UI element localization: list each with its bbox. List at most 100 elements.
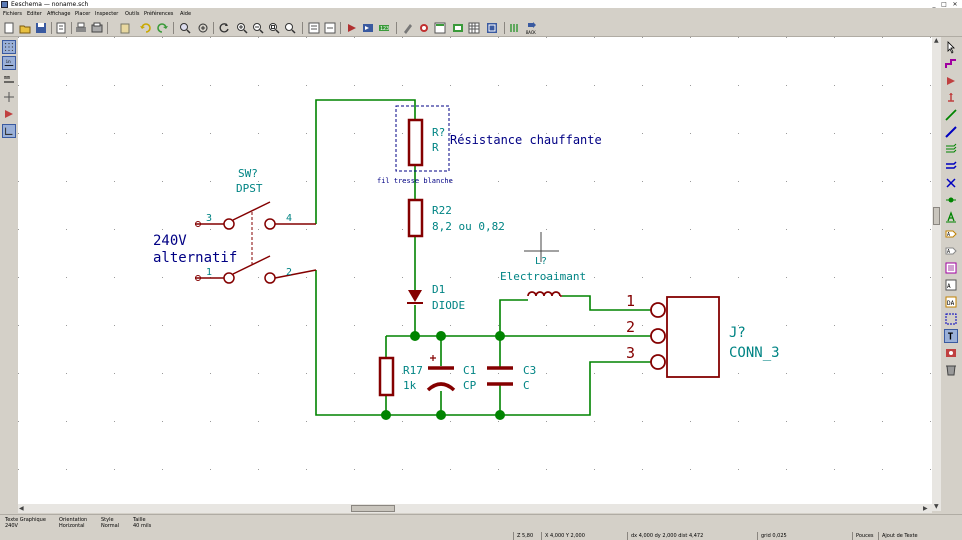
zoom-selection-icon[interactable] <box>284 22 296 34</box>
svg-text:123: 123 <box>380 26 389 32</box>
cvpcb-icon[interactable] <box>452 22 464 34</box>
import-sheet-pin-icon[interactable]: A <box>944 278 958 292</box>
back-annotate-icon[interactable]: BACK <box>525 21 539 35</box>
menu-affichage[interactable]: Affichage <box>47 11 71 17</box>
netlist-icon[interactable] <box>418 22 430 34</box>
c3-ref: C3 <box>523 364 536 377</box>
d1-value: DIODE <box>432 299 465 312</box>
scroll-right-icon[interactable]: ▶ <box>923 505 928 512</box>
find-replace-icon[interactable] <box>197 22 209 34</box>
cursor-shape-icon[interactable] <box>2 90 16 104</box>
menu-aide[interactable]: Aide <box>180 11 191 17</box>
annotate-icon[interactable]: 123 <box>378 22 390 34</box>
heater-description: Résistance chauffante <box>450 133 602 147</box>
current-action-status: Ajout de Texte <box>878 532 960 540</box>
sw-pin4: 4 <box>286 213 292 224</box>
leave-sheet-icon[interactable] <box>324 22 336 34</box>
plot-icon[interactable] <box>91 22 103 34</box>
close-button[interactable]: ✕ <box>951 1 959 8</box>
title-bar: Eeschema — noname.sch _ □ ✕ <box>0 0 962 9</box>
open-file-icon[interactable] <box>19 22 31 34</box>
refresh-icon[interactable] <box>218 22 230 34</box>
eeschema-app-icon <box>1 1 8 8</box>
wire-bus-entry-icon[interactable] <box>944 142 958 156</box>
pcbnew-icon[interactable] <box>486 22 498 34</box>
menu-editer[interactable]: Editer <box>27 11 42 17</box>
place-component-icon[interactable] <box>944 74 958 88</box>
library-browser-icon[interactable] <box>362 22 374 34</box>
scroll-up-icon[interactable]: ▲ <box>934 37 939 44</box>
schematic-drawing[interactable]: R? R Résistance chauffante fil tresse bl… <box>18 37 932 511</box>
place-power-icon[interactable] <box>944 91 958 105</box>
d1-ref: D1 <box>432 283 445 296</box>
vertical-scroll-thumb[interactable] <box>933 207 940 225</box>
r17-ref: R17 <box>403 364 423 377</box>
msg3-value: Normal <box>101 523 120 529</box>
zoom-fit-icon[interactable] <box>268 22 280 34</box>
undo-icon[interactable] <box>139 22 151 34</box>
conn-ref: J? <box>729 325 746 341</box>
menu-outils[interactable]: Outils <box>125 11 139 17</box>
supply-label-line1[interactable]: 240V <box>153 233 187 249</box>
menu-inspecter[interactable]: Inspecter <box>95 11 118 17</box>
zoom-in-icon[interactable] <box>236 22 248 34</box>
mm-units-icon[interactable]: mm <box>2 72 16 86</box>
right-toolbar: A A A DA T <box>941 37 962 514</box>
inch-units-icon[interactable]: in <box>2 56 16 70</box>
bus-bus-entry-icon[interactable] <box>944 159 958 173</box>
horizontal-scroll-thumb[interactable] <box>351 505 395 512</box>
vertical-scrollbar[interactable]: ▲ ▼ <box>932 37 941 511</box>
grid-status: grid 0,025 <box>757 532 852 540</box>
hidden-pins-icon[interactable] <box>2 107 16 121</box>
r17-value: 1k <box>403 379 417 392</box>
new-schematic-icon[interactable] <box>3 22 15 34</box>
paste-icon[interactable] <box>119 22 131 34</box>
show-grid-icon[interactable] <box>2 40 16 54</box>
redo-icon[interactable] <box>157 22 169 34</box>
horizontal-scrollbar[interactable]: ◀ ▶ <box>18 504 932 513</box>
sheet-pin-icon[interactable]: DA <box>944 295 958 309</box>
menu-preferences[interactable]: Préférences <box>144 11 173 17</box>
units-mm-label: mm <box>4 75 10 81</box>
find-icon[interactable] <box>179 22 191 34</box>
hierarchical-label-icon[interactable]: A <box>944 244 958 258</box>
menu-placer[interactable]: Placer <box>75 11 90 17</box>
place-bus-icon[interactable] <box>944 125 958 139</box>
maximize-button[interactable]: □ <box>940 1 948 8</box>
supply-label-line2[interactable]: alternatif <box>153 250 237 266</box>
hierarchical-sheet-icon[interactable] <box>944 261 958 275</box>
svg-text:A: A <box>947 232 950 238</box>
schematic-canvas[interactable]: R? R Résistance chauffante fil tresse bl… <box>18 37 932 511</box>
page-settings-icon[interactable] <box>55 22 67 34</box>
minimize-button[interactable]: _ <box>930 1 938 8</box>
sw-ref: SW? <box>238 167 258 180</box>
erc-icon[interactable] <box>402 22 414 34</box>
menu-fichiers[interactable]: Fichiers <box>3 11 22 17</box>
print-icon[interactable] <box>75 22 87 34</box>
cursor-delta-status: dx 4,000 dy 2,000 dist 4,472 <box>627 532 757 540</box>
msg4-value: 40 mils <box>133 523 152 529</box>
bom-icon[interactable] <box>434 22 446 34</box>
library-editor-icon[interactable] <box>346 22 358 34</box>
no-connect-icon[interactable] <box>944 176 958 190</box>
place-junction-icon[interactable] <box>944 193 958 207</box>
forward-annotate-icon[interactable] <box>509 22 521 34</box>
scroll-down-icon[interactable]: ▼ <box>934 503 939 510</box>
c1-value: CP <box>463 379 477 392</box>
graphic-line-icon[interactable] <box>944 312 958 326</box>
grid-table-icon[interactable] <box>468 22 480 34</box>
hierarchy-navigator-icon[interactable] <box>308 22 320 34</box>
add-image-icon[interactable] <box>944 346 958 360</box>
hierarchy-push-icon[interactable] <box>944 57 958 71</box>
select-arrow-icon[interactable] <box>944 40 958 54</box>
graphic-text-icon[interactable]: T <box>944 329 958 343</box>
window-title: Eeschema — noname.sch <box>11 1 89 8</box>
save-icon[interactable] <box>35 22 47 34</box>
delete-item-icon[interactable] <box>944 363 958 377</box>
wire-angle-icon[interactable] <box>2 124 16 138</box>
net-label-icon[interactable] <box>944 210 958 224</box>
place-wire-icon[interactable] <box>944 108 958 122</box>
zoom-out-icon[interactable] <box>252 22 264 34</box>
scroll-left-icon[interactable]: ◀ <box>19 505 24 512</box>
global-label-icon[interactable]: A <box>944 227 958 241</box>
